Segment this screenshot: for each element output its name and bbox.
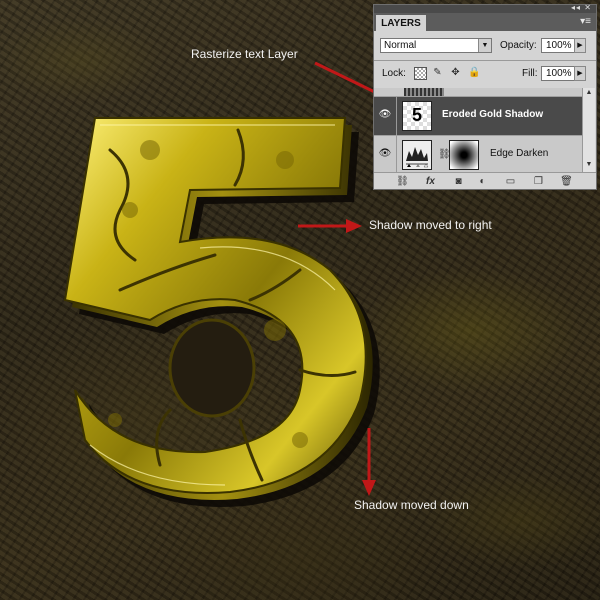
opacity-label: Opacity: bbox=[500, 40, 537, 51]
adjustment-layer-icon[interactable]: ◐ bbox=[476, 176, 489, 188]
panel-collapse-icon[interactable]: ◂◂ ✕ bbox=[571, 3, 592, 12]
divider bbox=[396, 136, 397, 172]
layer-name[interactable]: Edge Darken bbox=[490, 148, 548, 159]
layers-footer-toolbar: ⛓ fx ◙ ◐ ▭ ❐ 🗑 bbox=[374, 172, 596, 190]
blend-opacity-row: Normal ▼ Opacity: 100% ▶ bbox=[378, 37, 594, 55]
delete-layer-icon[interactable]: 🗑 bbox=[560, 176, 573, 188]
fill-value: 100% bbox=[546, 68, 572, 79]
eye-icon[interactable]: 👁 bbox=[378, 109, 392, 121]
lock-fill-row: Lock: ✎ ✥ 🔒 Fill: 100% ▶ bbox=[378, 65, 594, 83]
panel-titlebar[interactable]: ◂◂ ✕ bbox=[374, 3, 596, 13]
add-mask-icon[interactable]: ◙ bbox=[452, 176, 465, 188]
fx-icon[interactable]: fx bbox=[424, 176, 437, 188]
layer-thumbnail-partial bbox=[404, 88, 444, 96]
lock-label: Lock: bbox=[382, 68, 406, 79]
scroll-down-icon[interactable]: ▼ bbox=[583, 161, 595, 171]
fill-label: Fill: bbox=[522, 68, 538, 79]
divider bbox=[396, 97, 397, 135]
lock-brush-icon[interactable]: ✎ bbox=[432, 67, 443, 78]
layer-row-eroded-gold-shadow[interactable]: 👁 5 Eroded Gold Shadow bbox=[374, 96, 582, 135]
scroll-up-icon[interactable]: ▲ bbox=[583, 89, 595, 99]
layers-panel: ◂◂ ✕ LAYERS ▾≡ Normal ▼ Opacity: 100% ▶ … bbox=[373, 3, 597, 190]
eye-icon[interactable]: 👁 bbox=[378, 148, 392, 160]
tab-layers[interactable]: LAYERS bbox=[376, 15, 426, 31]
new-group-icon[interactable]: ▭ bbox=[504, 176, 517, 188]
blend-mode-value: Normal bbox=[384, 40, 417, 51]
divider bbox=[374, 60, 596, 61]
opacity-value: 100% bbox=[546, 40, 572, 51]
lock-move-icon[interactable]: ✥ bbox=[450, 67, 461, 78]
layer-name[interactable]: Eroded Gold Shadow bbox=[442, 109, 543, 120]
layer-list-scrollbar[interactable]: ▲ ▼ bbox=[582, 88, 595, 172]
opacity-dropdown-icon[interactable]: ▶ bbox=[574, 38, 586, 53]
new-layer-icon[interactable]: ❐ bbox=[532, 176, 545, 188]
layer-list: 👁 5 Eroded Gold Shadow 👁 ⛓ Edge Darken bbox=[374, 88, 582, 172]
link-layers-icon[interactable]: ⛓ bbox=[396, 176, 409, 188]
fill-field[interactable]: 100% ▶ bbox=[541, 66, 586, 81]
fill-dropdown-icon[interactable]: ▶ bbox=[574, 66, 586, 81]
blend-mode-select[interactable]: Normal ▼ bbox=[380, 38, 492, 53]
panel-tabbar: LAYERS ▾≡ bbox=[374, 13, 596, 31]
panel-menu-icon[interactable]: ▾≡ bbox=[580, 16, 591, 27]
lock-transparent-icon[interactable] bbox=[414, 67, 427, 80]
levels-adjustment-icon[interactable] bbox=[402, 140, 432, 170]
lock-all-icon[interactable]: 🔒 bbox=[468, 67, 480, 78]
shadow-right-note: Shadow moved to right bbox=[369, 218, 492, 232]
opacity-field[interactable]: 100% ▶ bbox=[541, 38, 586, 53]
layer-row-edge-darken[interactable]: 👁 ⛓ Edge Darken bbox=[374, 135, 582, 172]
layer-mask-thumbnail[interactable] bbox=[449, 140, 479, 170]
layer-thumbnail[interactable]: 5 bbox=[402, 101, 432, 131]
shadow-down-note: Shadow moved down bbox=[354, 498, 469, 512]
rasterize-note: Rasterize text Layer bbox=[191, 47, 298, 61]
chevron-down-icon[interactable]: ▼ bbox=[478, 39, 491, 52]
